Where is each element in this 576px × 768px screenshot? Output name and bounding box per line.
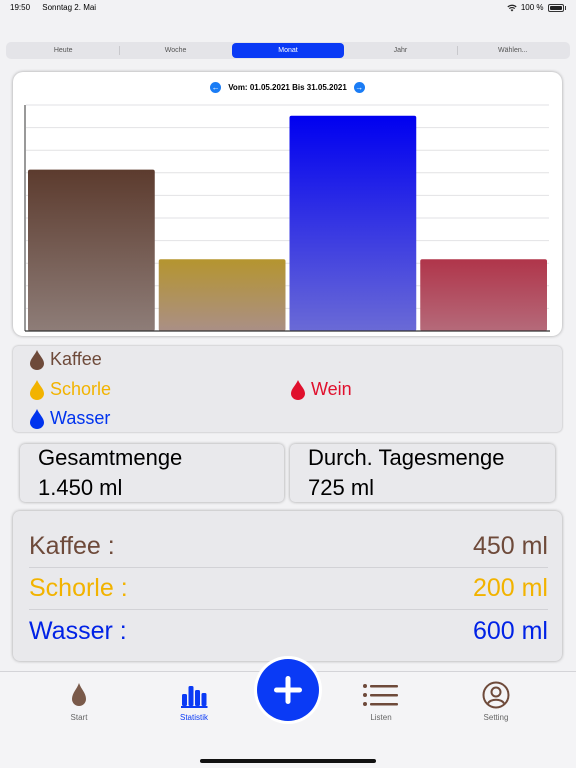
- status-time: 19:50: [10, 3, 31, 12]
- legend-label-wasser: Wasser: [50, 408, 111, 428]
- drop-icon: [291, 379, 305, 400]
- wifi-icon: [507, 4, 517, 11]
- total-row-kaffee: Kaffee : 450 ml: [29, 526, 548, 568]
- add-button-circle: [257, 659, 319, 721]
- legend-card: Kaffee Schorle Wasser Wein: [13, 346, 562, 432]
- date-range-label: Vom: 01.05.2021 Bis 31.05.2021: [228, 83, 347, 92]
- bar-chart-icon: [181, 686, 208, 708]
- total-amount-value: 1.450 ml: [38, 475, 123, 500]
- battery-percentage: 100 %: [520, 3, 544, 12]
- total-value-schorle: 200 ml: [472, 574, 548, 602]
- period-tab-woche[interactable]: Woche: [119, 43, 231, 58]
- total-value-kaffee: 450 ml: [472, 532, 548, 560]
- battery-icon: [547, 3, 564, 12]
- legend-item-kaffee: Kaffee: [30, 349, 102, 370]
- tab-label-start: Start: [70, 713, 88, 722]
- person-circle-icon: [482, 681, 510, 709]
- tab-label-statistik: Statistik: [179, 713, 208, 722]
- tab-setting[interactable]: Setting: [456, 680, 536, 722]
- legend-label-kaffee: Kaffee: [50, 349, 102, 369]
- legend-item-schorle: Schorle: [30, 379, 111, 400]
- drop-icon: [72, 683, 86, 706]
- period-selector: Heute Woche Monat Jahr Wählen...: [6, 42, 570, 59]
- home-indicator: [200, 759, 376, 763]
- period-tab-monat[interactable]: Monat: [231, 43, 345, 58]
- tab-listen[interactable]: Listen: [341, 680, 421, 722]
- status-date: Sonntag 2. Mai: [42, 3, 97, 12]
- legend-item-wein: Wein: [291, 379, 352, 400]
- legend-item-wasser: Wasser: [30, 408, 110, 429]
- tab-statistik[interactable]: Statistik: [154, 680, 234, 722]
- drop-icon: [30, 349, 44, 370]
- add-drink-button[interactable]: [254, 656, 322, 724]
- total-value-wasser: 600 ml: [472, 616, 548, 645]
- daily-average-label: Durch. Tagesmenge: [308, 445, 505, 470]
- bar-wasser: [289, 115, 417, 331]
- total-amount-label: Gesamtmenge: [38, 445, 183, 470]
- date-range-nav: ← Vom: 01.05.2021 Bis 31.05.2021 →: [13, 82, 562, 93]
- plus-icon: [274, 676, 302, 704]
- chart-bars: [28, 115, 547, 331]
- total-name-schorle: Schorle :: [29, 574, 128, 602]
- status-right: 100 %: [507, 3, 566, 12]
- tab-start[interactable]: Start: [39, 680, 119, 722]
- status-bar: 19:50 Sonntag 2. Mai 100 %: [0, 0, 576, 16]
- tab-label-setting: Setting: [483, 713, 509, 722]
- total-name-kaffee: Kaffee :: [29, 532, 115, 560]
- total-amount-box: Gesamtmenge 1.450 ml: [20, 444, 284, 502]
- previous-range-arrow-icon[interactable]: ←: [210, 82, 222, 93]
- period-tab-waehlen[interactable]: Wählen...: [456, 43, 569, 58]
- daily-average-box: Durch. Tagesmenge 725 ml: [290, 444, 555, 502]
- legend-label-wein: Wein: [311, 379, 352, 399]
- drink-totals-card: Kaffee : 450 ml Schorle : 200 ml Wasser …: [13, 511, 562, 661]
- bar-chart: [24, 104, 550, 332]
- status-left: 19:50 Sonntag 2. Mai: [10, 3, 106, 12]
- drop-icon: [30, 408, 44, 429]
- chart-card: ← Vom: 01.05.2021 Bis 31.05.2021 →: [13, 72, 562, 336]
- daily-average-value: 725 ml: [308, 475, 375, 500]
- list-icon: [363, 684, 398, 706]
- bar-wein: [420, 259, 547, 331]
- bar-schorle: [158, 259, 286, 331]
- battery-tip: [564, 5, 566, 10]
- total-row-schorle: Schorle : 200 ml: [29, 568, 548, 610]
- tab-label-listen: Listen: [370, 713, 392, 722]
- bar-kaffee: [28, 169, 155, 331]
- legend-label-schorle: Schorle: [50, 379, 112, 399]
- drop-icon: [30, 379, 44, 400]
- period-tab-jahr[interactable]: Jahr: [344, 43, 456, 58]
- period-tab-heute[interactable]: Heute: [7, 43, 119, 58]
- total-name-wasser: Wasser :: [29, 616, 127, 645]
- total-row-wasser: Wasser : 600 ml: [29, 610, 548, 652]
- next-range-arrow-icon[interactable]: →: [353, 82, 365, 93]
